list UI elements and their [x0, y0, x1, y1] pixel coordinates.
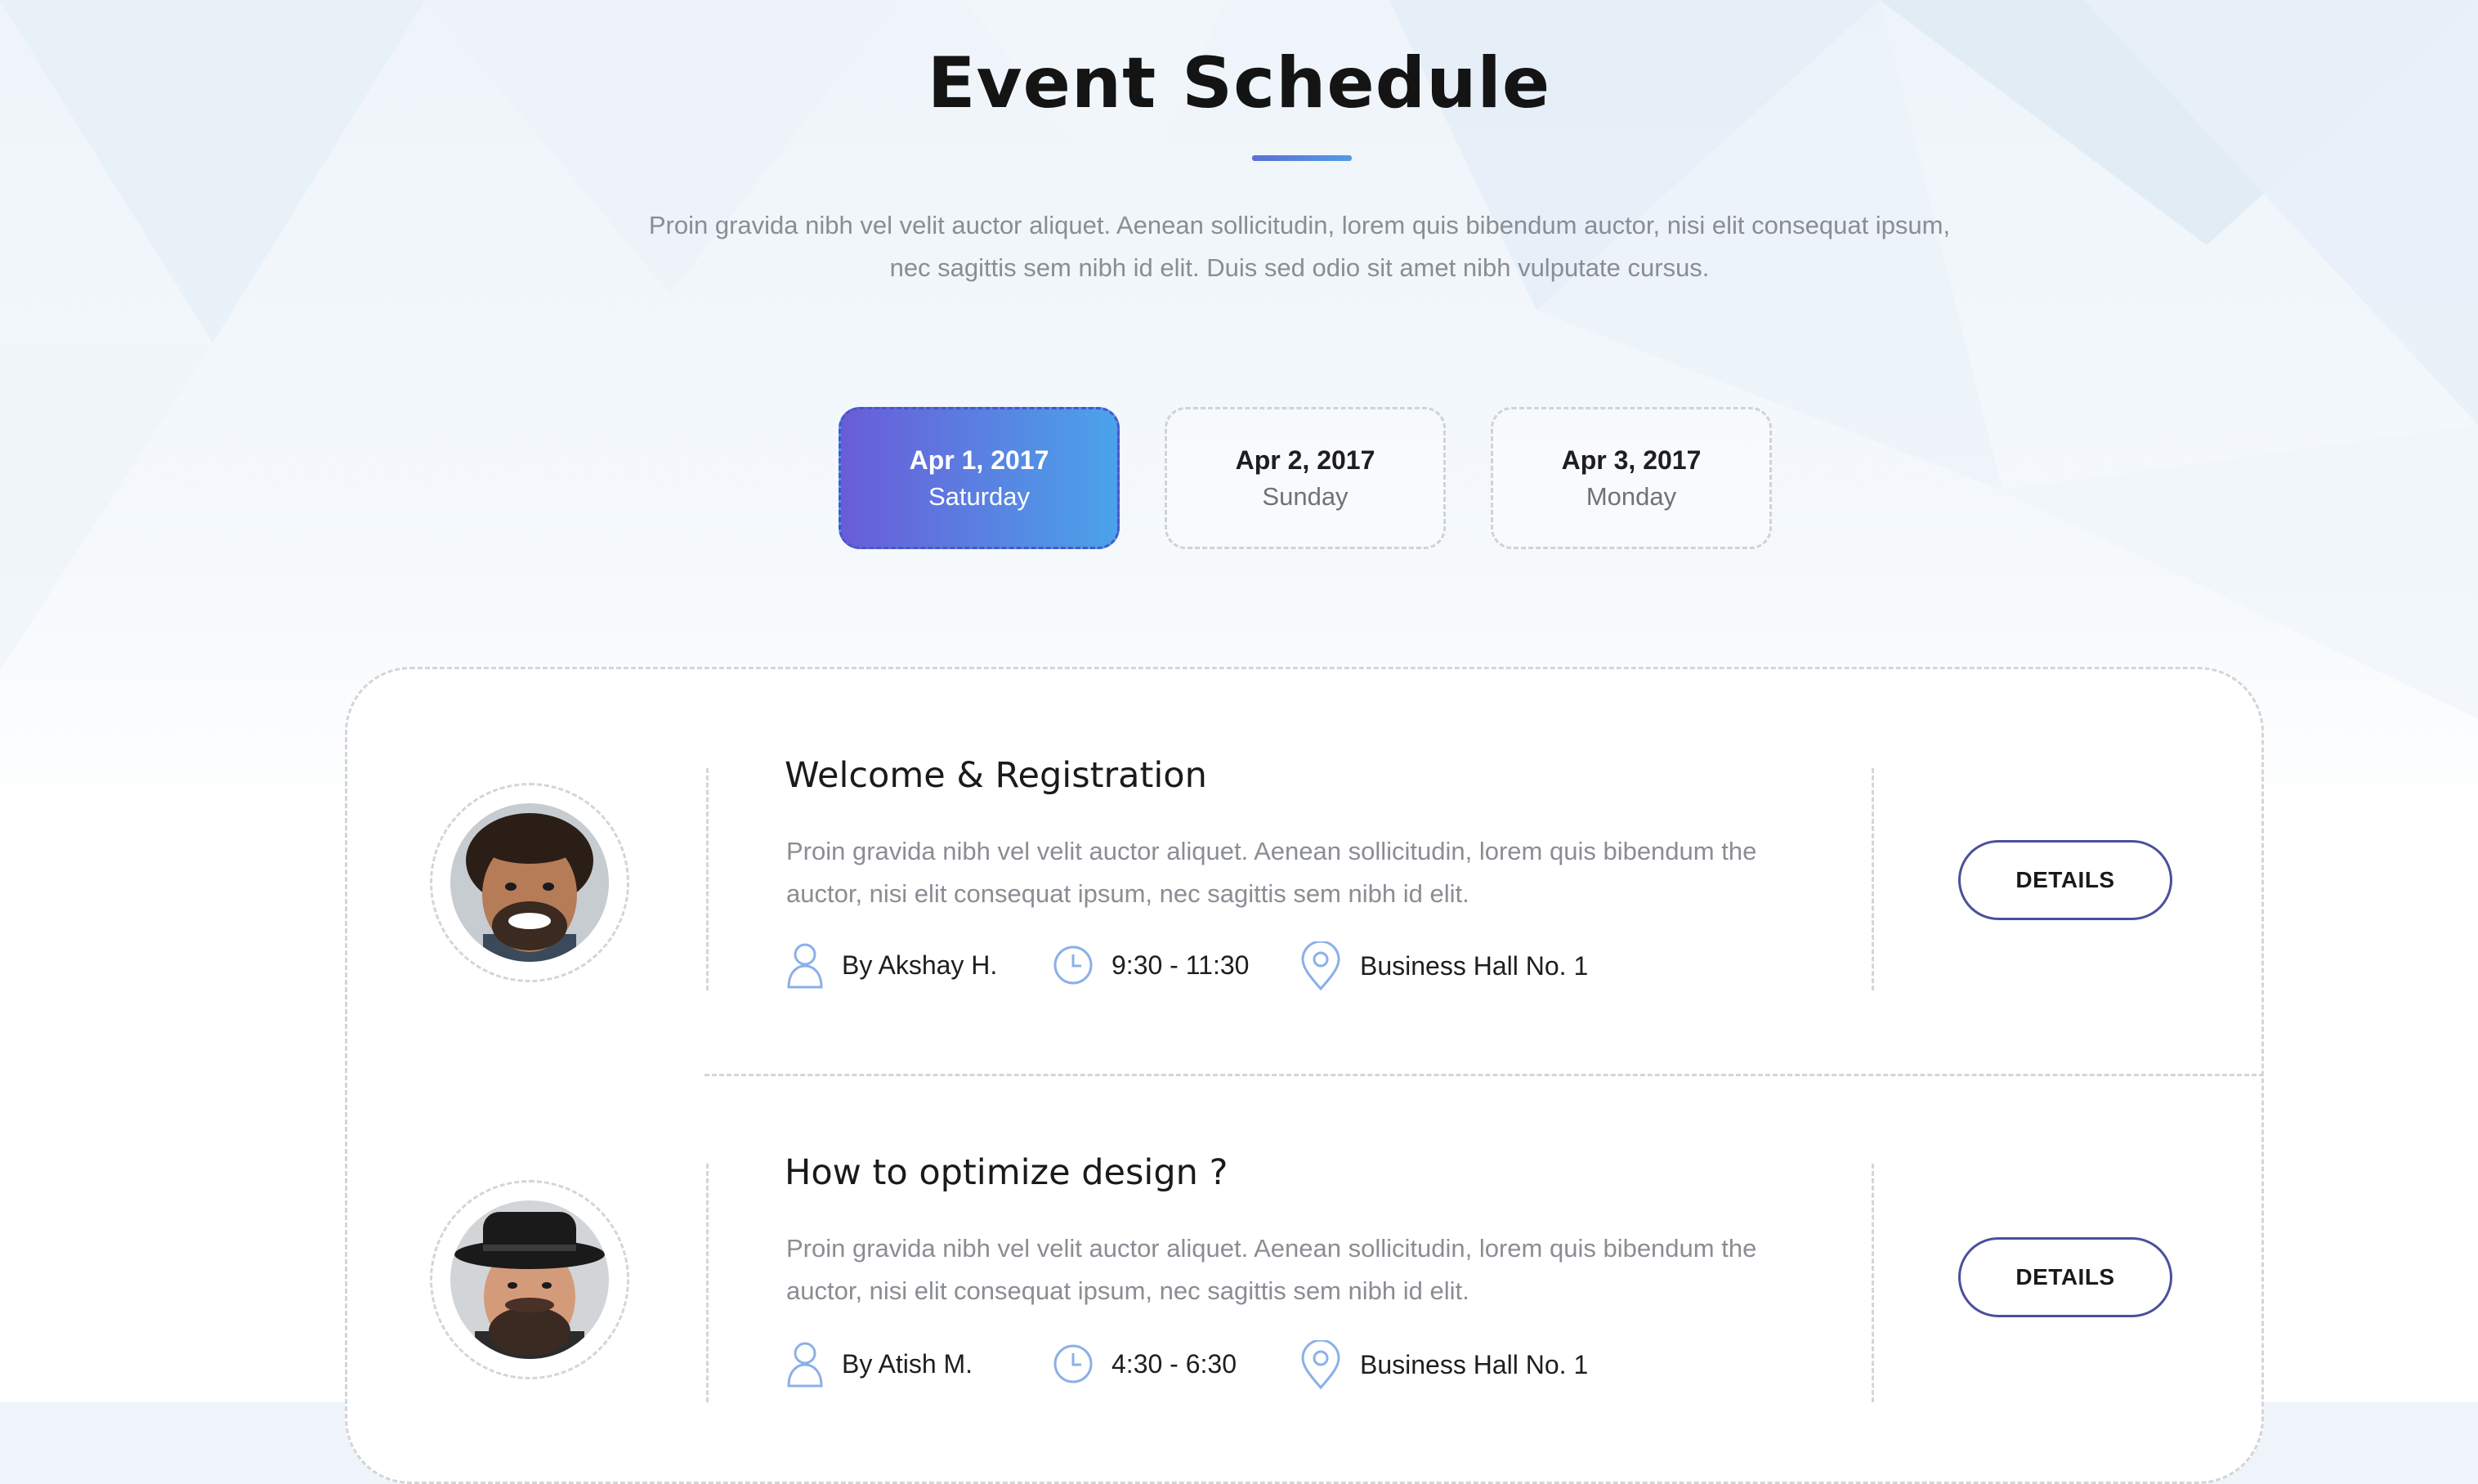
date-tab-apr-1[interactable]: Apr 1, 2017 Saturday — [839, 407, 1120, 549]
location-pin-icon — [1301, 1340, 1340, 1389]
row-divider — [704, 1074, 2264, 1076]
session-time: 9:30 - 11:30 — [1053, 945, 1249, 986]
location-pin-icon — [1301, 941, 1340, 990]
date-tab-weekday: Monday — [1586, 482, 1677, 511]
clock-icon — [1053, 1344, 1093, 1383]
clock-icon — [1053, 945, 1093, 985]
session-description: Proin gravida nibh vel velit auctor aliq… — [786, 1234, 1757, 1305]
date-tab-apr-3[interactable]: Apr 3, 2017 Monday — [1491, 407, 1772, 549]
details-button[interactable]: DETAILS — [1958, 1237, 2172, 1317]
location-name: Business Hall No. 1 — [1360, 950, 1589, 981]
session-divider-left — [706, 768, 709, 990]
session-title: Welcome & Registration — [785, 755, 1207, 796]
session-location: Business Hall No. 1 — [1299, 1340, 1588, 1389]
time-range: 9:30 - 11:30 — [1112, 950, 1250, 980]
speaker-name: By Atish M. — [842, 1348, 973, 1379]
avatar — [450, 1200, 609, 1359]
session-location: Business Hall No. 1 — [1299, 941, 1588, 990]
session-description: Proin gravida nibh vel velit auctor aliq… — [786, 837, 1757, 908]
date-tab-date: Apr 3, 2017 — [1561, 445, 1702, 475]
session-speaker: By Akshay H. — [786, 941, 997, 989]
session-divider-right — [1872, 768, 1874, 990]
user-icon — [787, 1342, 823, 1388]
date-tab-apr-2[interactable]: Apr 2, 2017 Sunday — [1165, 407, 1446, 549]
session-title: How to optimize design ? — [785, 1152, 1228, 1193]
title-underline — [1252, 155, 1352, 161]
date-tab-date: Apr 1, 2017 — [909, 445, 1049, 475]
date-tab-weekday: Sunday — [1262, 482, 1349, 511]
page-title: Event Schedule — [927, 42, 1551, 124]
speaker-name: By Akshay H. — [842, 950, 998, 980]
session-divider-right — [1872, 1164, 1874, 1402]
location-name: Business Hall No. 1 — [1360, 1349, 1589, 1379]
user-icon — [787, 943, 823, 989]
speaker-avatar-ring — [430, 783, 629, 982]
time-range: 4:30 - 6:30 — [1112, 1348, 1237, 1379]
speaker-avatar-ring — [430, 1180, 629, 1379]
session-time: 4:30 - 6:30 — [1053, 1343, 1237, 1384]
session-divider-left — [706, 1164, 709, 1402]
session-speaker: By Atish M. — [786, 1340, 973, 1388]
date-tab-date: Apr 2, 2017 — [1235, 445, 1375, 475]
details-button[interactable]: DETAILS — [1958, 840, 2172, 920]
date-tab-weekday: Saturday — [928, 482, 1031, 511]
schedule-section: Event Schedule Proin gravida nibh vel ve… — [0, 0, 2478, 1484]
intro-text: Proin gravida nibh vel velit auctor aliq… — [648, 211, 1951, 282]
avatar — [450, 803, 609, 962]
